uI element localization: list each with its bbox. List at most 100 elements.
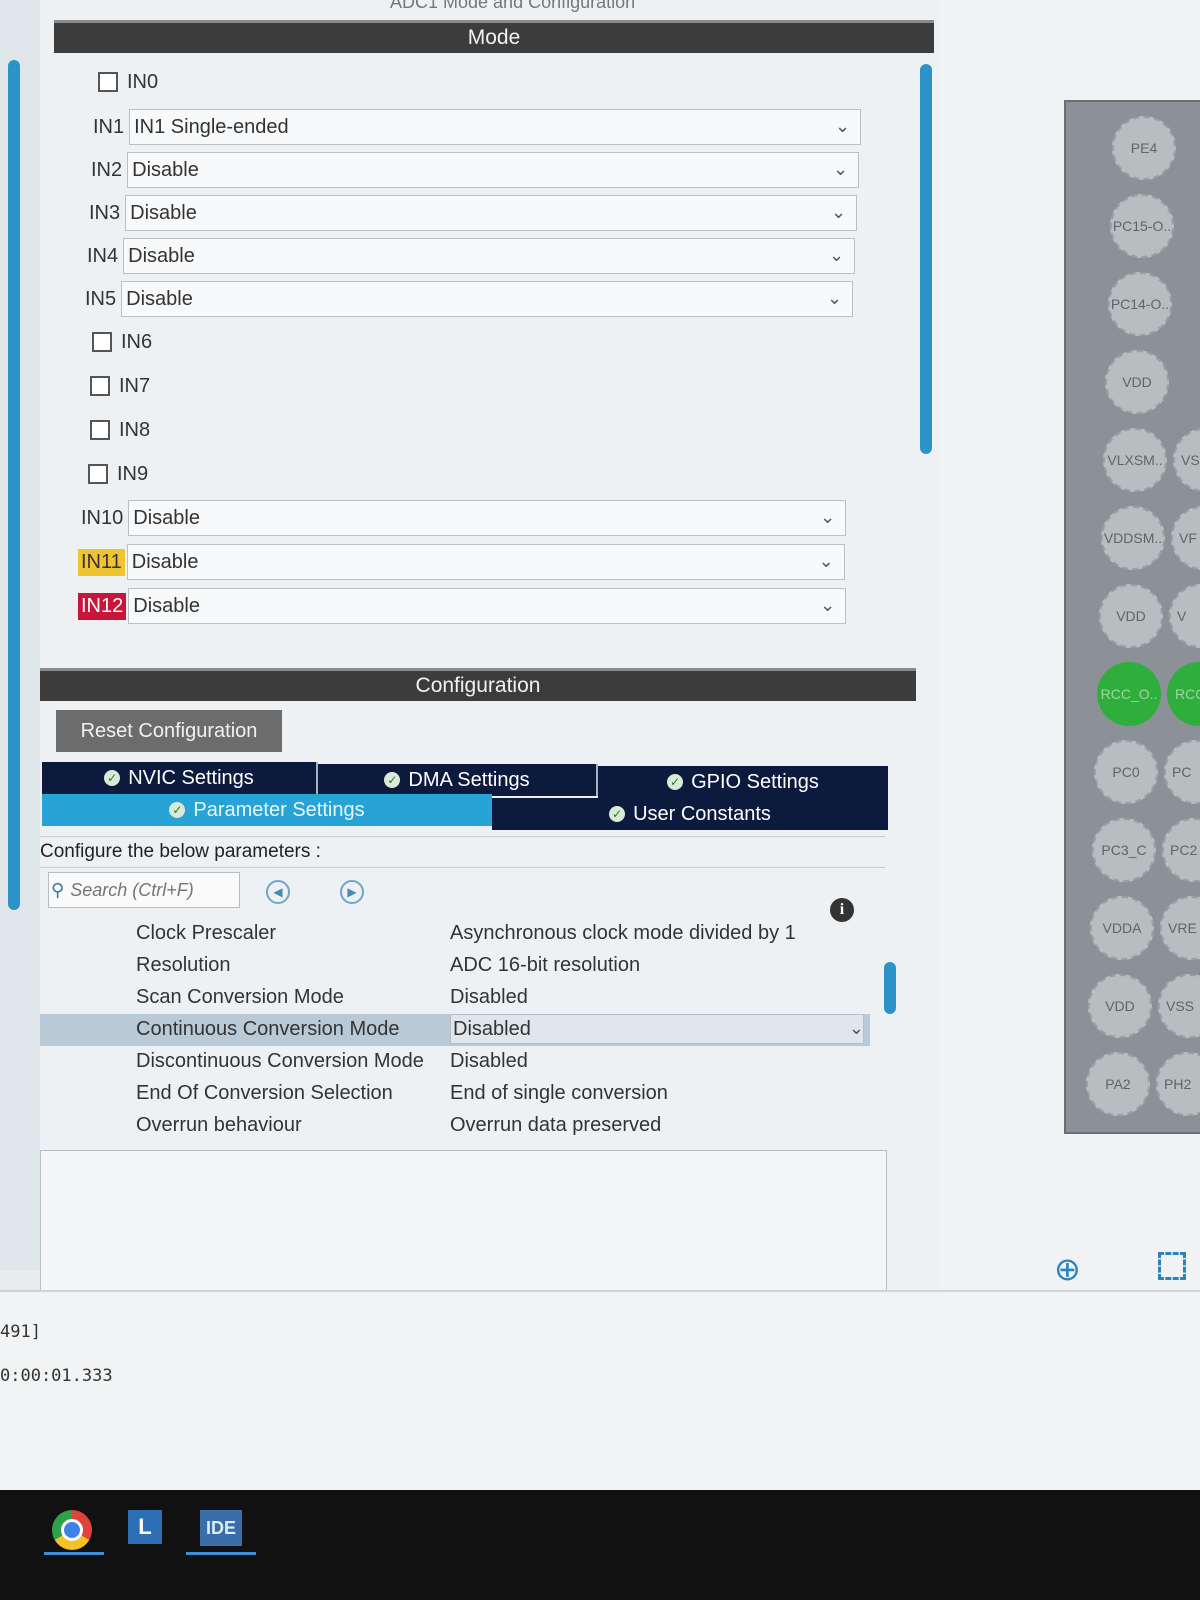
parameter-row[interactable]: End Of Conversion Selection End of singl… — [40, 1078, 870, 1110]
mode-scrollbar[interactable] — [920, 64, 932, 454]
left-panel-edge — [0, 0, 40, 1270]
reset-configuration-button[interactable]: Reset Configuration — [56, 710, 282, 752]
pin[interactable]: PC3_C — [1092, 818, 1156, 882]
channel-label: IN3 — [89, 201, 121, 224]
search-input[interactable] — [68, 878, 233, 902]
channel-row-in1: IN1 IN1 Single-ended ⌄ — [90, 107, 862, 147]
l-app-icon[interactable]: L — [128, 1510, 162, 1544]
pin[interactable]: VDDA — [1090, 896, 1154, 960]
checkbox-in6[interactable] — [92, 332, 112, 352]
taskbar — [0, 1490, 1200, 1600]
pin[interactable]: PC15-O.. — [1110, 194, 1174, 258]
chevron-down-icon[interactable]: ⌄ — [827, 288, 842, 309]
channel-select-in1[interactable]: IN1 Single-ended ⌄ — [129, 109, 862, 145]
channel-row-in0[interactable]: IN0 — [98, 62, 161, 102]
channel-select-in3[interactable]: Disable ⌄ — [125, 195, 858, 231]
channel-label-highlighted: IN11 — [78, 548, 125, 576]
parameter-scrollbar[interactable] — [884, 962, 896, 1014]
console-panel: 491] 0:00:01.333 — [0, 1290, 1200, 1492]
check-circle-icon: ✓ — [609, 806, 626, 822]
configuration-header-label: Configuration — [415, 674, 541, 697]
checkbox-in8[interactable] — [90, 420, 110, 440]
select-value: Disable — [131, 550, 199, 573]
fit-to-window-icon[interactable] — [1158, 1252, 1186, 1280]
channel-row-in8[interactable]: IN8 — [90, 410, 153, 450]
checkbox-in7[interactable] — [90, 376, 110, 396]
left-panel-scrollbar[interactable] — [8, 60, 20, 910]
collapse-all-icon[interactable]: ▶ — [340, 880, 364, 904]
parameter-name: Continuous Conversion Mode — [136, 1018, 400, 1040]
parameter-value: Overrun data preserved — [450, 1114, 662, 1136]
channel-row-in10: IN10 Disable ⌄ — [78, 498, 847, 538]
zoom-in-icon[interactable]: ⊕ — [1054, 1250, 1081, 1288]
parameter-value-select[interactable]: Disabled — [450, 1014, 864, 1044]
mode-header-label: Mode — [467, 26, 521, 49]
pin[interactable]: PE4 — [1112, 116, 1176, 180]
channel-row-in6[interactable]: IN6 — [92, 322, 155, 362]
pin[interactable]: VDD — [1088, 974, 1152, 1038]
chevron-down-icon[interactable]: ⌄ — [833, 159, 848, 180]
ide-app-icon[interactable]: IDE — [200, 1510, 242, 1546]
chevron-down-icon[interactable]: ⌄ — [829, 245, 844, 266]
parameter-row[interactable]: Scan Conversion Mode Disabled — [40, 982, 870, 1014]
parameter-row[interactable]: Overrun behaviour Overrun data preserved — [40, 1110, 870, 1142]
parameter-name: Resolution — [136, 954, 231, 976]
pin[interactable]: PA2 — [1086, 1052, 1150, 1116]
channel-label: IN1 — [93, 115, 125, 138]
chrome-icon[interactable] — [52, 1510, 92, 1550]
checkbox-in0[interactable] — [98, 72, 118, 92]
pin[interactable]: PC14-O.. — [1108, 272, 1172, 336]
channel-row-in12: IN12 Disable ⌄ — [78, 586, 847, 626]
channel-label: IN9 — [117, 462, 149, 485]
channel-select-in10[interactable]: Disable ⌄ — [128, 500, 847, 536]
chevron-down-icon[interactable]: ⌄ — [820, 507, 835, 528]
channel-label: IN6 — [121, 330, 153, 353]
channel-label: IN10 — [81, 506, 124, 529]
app-label: L — [138, 1514, 152, 1539]
tab-user-constants[interactable]: ✓ User Constants — [492, 798, 888, 830]
parameter-value: End of single conversion — [450, 1082, 668, 1104]
check-circle-icon: ✓ — [384, 772, 401, 788]
pin[interactable]: VDD — [1105, 350, 1169, 414]
parameter-row[interactable]: Clock Prescaler Asynchronous clock mode … — [40, 918, 870, 950]
checkbox-in9[interactable] — [88, 464, 108, 484]
parameter-row[interactable]: Resolution ADC 16-bit resolution — [40, 950, 870, 982]
pin[interactable]: VDD — [1099, 584, 1163, 648]
tab-label: DMA Settings — [408, 768, 530, 791]
expand-all-icon[interactable]: ◀ — [266, 880, 290, 904]
channel-select-in11[interactable]: Disable ⌄ — [126, 544, 845, 580]
channel-select-in2[interactable]: Disable ⌄ — [127, 152, 860, 188]
search-box[interactable]: ⚲ — [48, 872, 240, 908]
active-app-indicator — [186, 1552, 256, 1555]
chevron-down-icon[interactable]: ⌄ — [831, 202, 846, 223]
channel-select-in12[interactable]: Disable ⌄ — [128, 588, 847, 624]
tab-dma-settings[interactable]: ✓ DMA Settings — [318, 764, 598, 796]
channel-label: IN2 — [91, 158, 123, 181]
pin[interactable]: VLXSM.. — [1103, 428, 1167, 492]
pin[interactable]: VDDSM.. — [1101, 506, 1165, 570]
channel-select-in5[interactable]: Disable ⌄ — [121, 281, 854, 317]
chevron-down-icon[interactable]: ⌄ — [849, 1018, 864, 1039]
pin[interactable]: RCC_O.. — [1097, 662, 1161, 726]
configuration-section-header: Configuration — [40, 668, 916, 701]
tab-label: User Constants — [633, 802, 771, 825]
channel-select-in4[interactable]: Disable ⌄ — [123, 238, 856, 274]
select-value: Disable — [130, 201, 197, 224]
select-value: Disable — [133, 594, 200, 617]
tab-nvic-settings[interactable]: ✓ NVIC Settings — [42, 762, 318, 794]
chevron-down-icon[interactable]: ⌄ — [820, 595, 835, 616]
channel-row-in7[interactable]: IN7 — [90, 366, 153, 406]
parameter-value: Disabled — [450, 986, 528, 1008]
pinout-view — [940, 0, 1200, 1310]
adc-config-panel: ADC1 Mode and Configuration Mode IN0 IN1… — [40, 0, 940, 1292]
tab-parameter-settings[interactable]: ✓ Parameter Settings — [42, 794, 492, 826]
channel-label: IN8 — [119, 418, 151, 441]
channel-row-in9[interactable]: IN9 — [88, 454, 151, 494]
tab-gpio-settings[interactable]: ✓ GPIO Settings — [598, 766, 888, 798]
pin[interactable]: PC0 — [1094, 740, 1158, 804]
chevron-down-icon[interactable]: ⌄ — [819, 551, 834, 572]
tab-label: NVIC Settings — [128, 766, 254, 789]
parameter-row-selected[interactable]: Continuous Conversion Mode Disabled ⌄ — [40, 1014, 870, 1046]
parameter-row[interactable]: Discontinuous Conversion Mode Disabled — [40, 1046, 870, 1078]
chevron-down-icon[interactable]: ⌄ — [835, 116, 850, 137]
